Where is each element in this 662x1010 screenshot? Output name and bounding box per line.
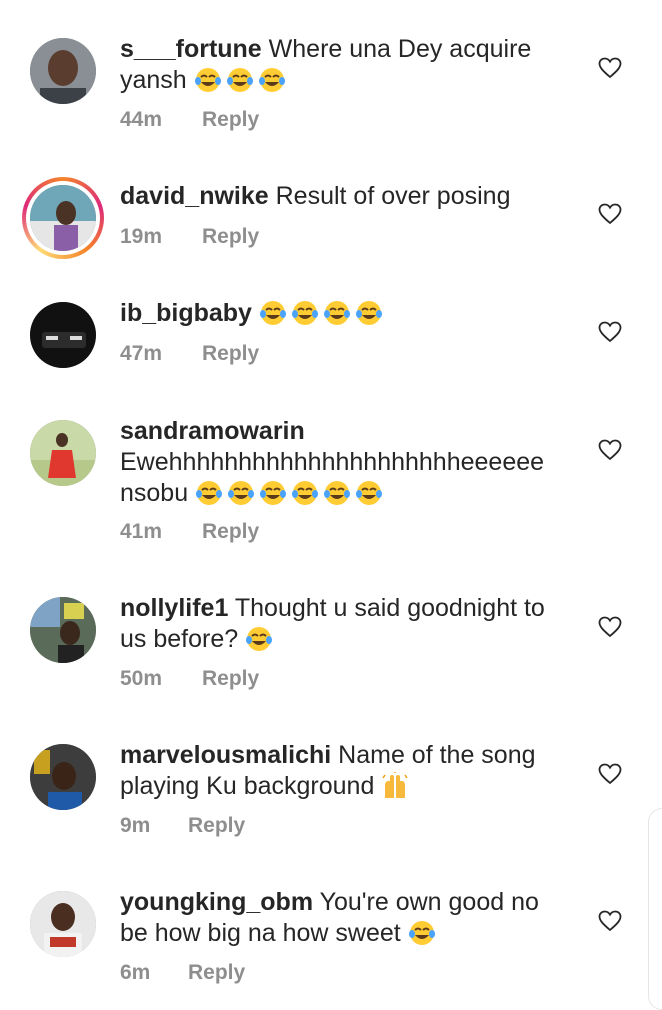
comment-meta: 19m Reply [120,225,259,249]
comment-meta: 50m Reply [120,667,259,691]
comment-time: 9m [120,814,151,837]
comment-username[interactable]: sandramowarin [120,417,305,445]
story-ring[interactable] [22,177,104,259]
tears-of-joy-emoji-icon [291,299,319,327]
comment-time: 47m [120,342,163,365]
heart-outline-icon[interactable] [598,616,622,638]
comment-meta: 47m Reply [120,342,259,366]
reply-button[interactable]: Reply [202,342,259,365]
avatar[interactable] [30,302,96,368]
raising-hands-emoji-icon [381,772,409,800]
comment-time: 19m [120,225,163,248]
comment-username[interactable]: nollylife1 [120,594,228,622]
comment-time: 44m [120,108,163,131]
comment-text: sandramowarin Ewehhhhhhhhhhhhhhhhhhhhhee… [120,416,570,509]
reply-button[interactable]: Reply [202,225,259,248]
reply-button[interactable]: Reply [188,814,245,837]
comment-time: 50m [120,667,163,690]
tears-of-joy-emoji-icon [245,625,273,653]
comment-username[interactable]: marvelousmalichi [120,741,331,769]
reply-button[interactable]: Reply [202,108,259,131]
tears-of-joy-emoji-icon [258,66,286,94]
tears-of-joy-emoji-icon [408,919,436,947]
tears-of-joy-emoji-icon [355,479,383,507]
reply-button[interactable]: Reply [202,667,259,690]
comment-text: david_nwike Result of over posing [120,181,570,212]
tears-of-joy-emoji-icon [195,479,223,507]
comment-username[interactable]: s___fortune [120,35,262,63]
avatar[interactable] [30,891,96,957]
tears-of-joy-emoji-icon [291,479,319,507]
avatar[interactable] [30,420,96,486]
comment-time: 41m [120,520,163,543]
tears-of-joy-emoji-icon [355,299,383,327]
comment-body: Result of over posing [275,182,511,210]
heart-outline-icon[interactable] [598,763,622,785]
tears-of-joy-emoji-icon [323,299,351,327]
comment-text: nollylife1 Thought u said goodnight to u… [120,593,570,655]
avatar[interactable] [30,597,96,663]
heart-outline-icon[interactable] [598,203,622,225]
heart-outline-icon[interactable] [598,57,622,79]
comment-meta: 41m Reply [120,520,259,544]
heart-outline-icon[interactable] [598,910,622,932]
comment-username[interactable]: youngking_obm [120,888,313,916]
avatar[interactable] [30,744,96,810]
tears-of-joy-emoji-icon [259,299,287,327]
heart-outline-icon[interactable] [598,321,622,343]
tears-of-joy-emoji-icon [323,479,351,507]
reply-button[interactable]: Reply [188,961,245,984]
comment-username[interactable]: david_nwike [120,182,269,210]
heart-outline-icon[interactable] [598,439,622,461]
reply-button[interactable]: Reply [202,520,259,543]
tears-of-joy-emoji-icon [227,479,255,507]
avatar[interactable] [30,185,96,251]
comment-meta: 6m Reply [120,961,245,985]
tears-of-joy-emoji-icon [226,66,254,94]
comment-username[interactable]: ib_bigbaby [120,299,252,327]
side-panel-edge [648,808,662,1010]
comment-text: s___fortune Where una Dey acquire yansh [120,34,570,96]
comment-text: youngking_obm You're own good no be how … [120,887,570,949]
comment-meta: 44m Reply [120,108,259,132]
avatar[interactable] [30,38,96,104]
comment-time: 6m [120,961,151,984]
comment-meta: 9m Reply [120,814,245,838]
tears-of-joy-emoji-icon [194,66,222,94]
comment-text: ib_bigbaby [120,298,570,329]
comment-text: marvelousmalichi Name of the song playin… [120,740,570,802]
tears-of-joy-emoji-icon [259,479,287,507]
